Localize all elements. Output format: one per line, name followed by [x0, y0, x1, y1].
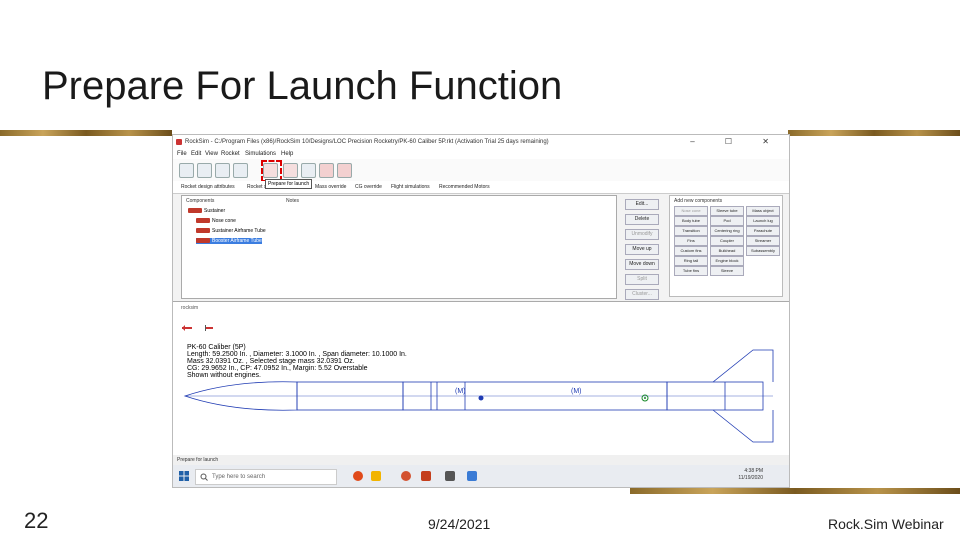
add-subassembly-button[interactable]: Subassembly: [746, 246, 780, 256]
component-action-buttons: Edit... Delete Unmodify Move up Move dow…: [625, 199, 659, 304]
add-bulkhead-button[interactable]: Bulkhead: [710, 246, 744, 256]
status-text: Prepare for launch: [177, 457, 219, 463]
rocket-view-window: rocksim PK-60 Caliber (5P) Length: 59.25…: [173, 301, 789, 456]
search-icon: [200, 473, 208, 481]
clock-time: 4:38 PM: [744, 468, 763, 474]
cluster-button[interactable]: Cluster...: [625, 289, 659, 300]
slide-brand: Rock.Sim Webinar: [828, 516, 944, 532]
add-fins-button[interactable]: Fins: [674, 236, 708, 246]
add-engine-block-button[interactable]: Engine block: [710, 256, 744, 266]
delete-button[interactable]: Delete: [625, 214, 659, 225]
move-down-button[interactable]: Move down: [625, 259, 659, 270]
tooltip: Prepare for launch: [265, 179, 313, 189]
browser-app-icon[interactable]: [353, 471, 363, 481]
menu-edit[interactable]: Edit: [191, 151, 201, 157]
add-mass-object-button[interactable]: Mass object: [746, 206, 780, 216]
tab-flight-simulations[interactable]: Flight simulations: [391, 184, 430, 190]
add-parachute-button[interactable]: Parachute: [746, 226, 780, 236]
windows-taskbar: Type here to search 4:38 PM 11/19/2020: [173, 465, 789, 487]
add-body-tube-button[interactable]: Body tube: [674, 216, 708, 226]
menu-bar: File Edit View Rocket Simulations Help: [173, 149, 789, 159]
clock-date: 11/19/2020: [738, 475, 763, 481]
print-icon[interactable]: [233, 163, 248, 178]
open-folder-icon[interactable]: [197, 163, 212, 178]
add-pod-button[interactable]: Pod: [710, 216, 744, 226]
components-panel: Components Notes Sustainer Nose cone Sus…: [181, 195, 617, 299]
add-transition-button[interactable]: Transition: [674, 226, 708, 236]
rocket-diagram: [183, 349, 774, 443]
slide-page-number: 22: [24, 508, 49, 533]
add-components-panel: Add new components Nose cone Sleeve tube…: [669, 195, 783, 297]
save-icon[interactable]: [215, 163, 230, 178]
tab-recommended-motors[interactable]: Recommended Motors: [439, 184, 490, 190]
file-explorer-icon[interactable]: [371, 471, 381, 481]
new-file-icon[interactable]: [179, 163, 194, 178]
taskbar-clock[interactable]: 4:38 PM 11/19/2020: [738, 468, 763, 482]
unmodify-button[interactable]: Unmodify: [625, 229, 659, 240]
components-header: Components: [186, 198, 215, 204]
tab-mass-override[interactable]: Mass override: [315, 184, 346, 190]
window-controls[interactable]: – ☐ ✕: [690, 137, 783, 146]
add-ring-tail-button[interactable]: Ring tail: [674, 256, 708, 266]
notes-header: Notes: [286, 198, 300, 204]
table-icon[interactable]: [301, 163, 316, 178]
windows-start-icon[interactable]: [179, 471, 189, 481]
window-title: RockSim - C:/Program Files (x86)/RockSim…: [185, 139, 549, 145]
tree-item-sustainer[interactable]: Sustainer: [188, 208, 225, 214]
add-centering-ring-button[interactable]: Centering ring: [710, 226, 744, 236]
add-launch-lug-button[interactable]: Launch lug: [746, 216, 780, 226]
window-titlebar: RockSim - C:/Program Files (x86)/RockSim…: [173, 135, 789, 149]
menu-rocket[interactable]: Rocket: [221, 151, 240, 157]
add-streamer-button[interactable]: Streamer: [746, 236, 780, 246]
rocket-launch-icon[interactable]: [283, 163, 298, 178]
move-up-button[interactable]: Move up: [625, 244, 659, 255]
tree-item-sustainer-airframe[interactable]: Sustainer Airframe Tube: [196, 228, 266, 234]
slide-title: Prepare For Launch Function: [42, 64, 563, 108]
split-button[interactable]: Split: [625, 274, 659, 285]
add-tube-fins-button[interactable]: Tube fins: [674, 266, 708, 276]
add-sleeve-button[interactable]: Sleeve: [710, 266, 744, 276]
tab-cg-override[interactable]: CG override: [355, 184, 382, 190]
lower-fin-outline: [712, 409, 774, 443]
powerpoint-app-icon[interactable]: [421, 471, 431, 481]
rocksim-screenshot: RockSim - C:/Program Files (x86)/RockSim…: [172, 134, 790, 488]
menu-view[interactable]: View: [205, 151, 218, 157]
taskbar-search-input[interactable]: Type here to search: [195, 469, 337, 485]
add-coupler-button[interactable]: Coupler: [710, 236, 744, 246]
add-custom-fins-button[interactable]: Custom fins: [674, 246, 708, 256]
motor-label-sustainer: (M): [455, 388, 466, 395]
decorative-band-right: [788, 130, 960, 136]
status-bar: Prepare for launch: [173, 455, 789, 465]
app-icon: [176, 139, 182, 145]
mail-app-icon[interactable]: [467, 471, 477, 481]
tree-item-nose-cone[interactable]: Nose cone: [196, 218, 236, 224]
decorative-band-left: [0, 130, 172, 136]
motor-label-booster: (M): [571, 388, 582, 395]
edit-button[interactable]: Edit...: [625, 199, 659, 210]
add-nose-cone-button[interactable]: Nose cone: [674, 206, 708, 216]
chrome-app-icon[interactable]: [401, 471, 411, 481]
menu-help[interactable]: Help: [281, 151, 293, 157]
cg-marker: [478, 395, 484, 401]
search-placeholder: Type here to search: [212, 474, 266, 480]
sim-icon[interactable]: [319, 163, 334, 178]
tree-item-booster-airframe[interactable]: Booster Airframe Tube: [196, 238, 262, 244]
add-components-title: Add new components: [674, 198, 723, 204]
decorative-band-bottom: [630, 488, 960, 494]
tab-design-attributes[interactable]: Rocket design attributes: [181, 184, 235, 190]
add-sleeve-tube-button[interactable]: Sleeve tube: [710, 206, 744, 216]
upper-fin-outline: [712, 349, 774, 383]
menu-simulations[interactable]: Simulations: [245, 151, 276, 157]
help-icon[interactable]: [337, 163, 352, 178]
slide-date: 9/24/2021: [428, 516, 491, 532]
toolbar: [173, 159, 789, 182]
rocksim-app-icon[interactable]: [445, 471, 455, 481]
menu-file[interactable]: File: [177, 151, 187, 157]
